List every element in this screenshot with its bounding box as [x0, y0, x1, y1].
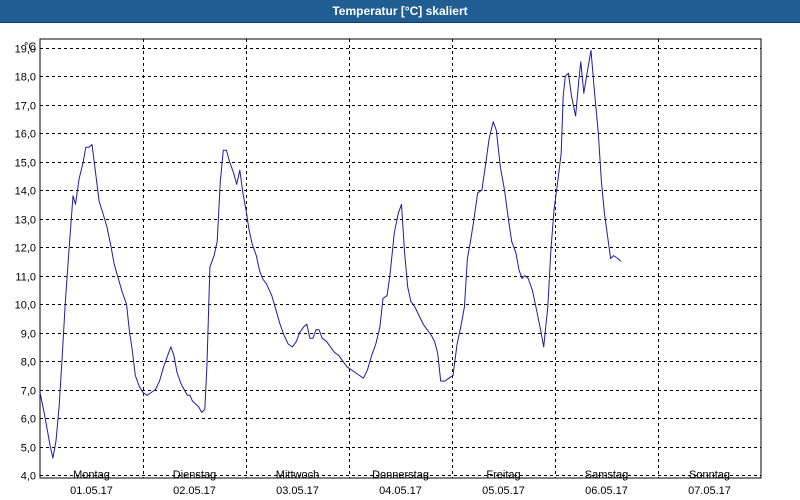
series-layer	[39, 49, 622, 459]
plot-area-frame	[39, 38, 762, 479]
y-tick-label: 4,0	[21, 471, 36, 483]
x-tick-date: 01.05.17	[70, 485, 113, 497]
y-tick-label: 5,0	[21, 443, 36, 455]
y-tick-label: 19,0	[15, 44, 36, 56]
y-tick-label: 8,0	[21, 357, 36, 369]
grid-lines	[40, 39, 761, 478]
x-tick-date: 04.05.17	[379, 485, 422, 497]
temperature-series-line	[39, 49, 622, 459]
y-tick-label: 13,0	[15, 215, 36, 227]
y-tick-label: 15,0	[15, 158, 36, 170]
x-axis-ticks: Montag 01.05.17 Dienstag 02.05.17 Mittwoch 03…	[70, 469, 731, 497]
x-tick-weekday: Sonntag	[689, 469, 730, 481]
y-axis-ticks: 4,0 5,0 6,0 7,0 8,0 9,0 10,0 11,0 12,0 13,0 14,0 15…	[15, 44, 36, 483]
y-tick-label: 9,0	[21, 329, 36, 341]
x-tick-weekday: Montag	[73, 469, 110, 481]
x-tick-date: 05.05.17	[482, 485, 525, 497]
y-tick-label: 18,0	[15, 72, 36, 84]
x-tick-date: 03.05.17	[276, 485, 319, 497]
chart-title-bar: Temperatur [°C] skaliert	[0, 0, 800, 23]
temperature-chart: °C 4,05,06,07,08,09,010,011,012,013,014,…	[15, 38, 762, 497]
y-tick-label: 11,0	[15, 272, 36, 284]
x-tick-weekday: Freitag	[486, 469, 520, 481]
x-tick-weekday: Donnerstag	[372, 469, 429, 481]
x-tick-date: 06.05.17	[585, 485, 628, 497]
y-tick-label: 6,0	[21, 414, 36, 426]
x-tick-weekday: Samstag	[585, 469, 628, 481]
y-tick-label: 10,0	[15, 300, 36, 312]
y-tick-label: 7,0	[21, 386, 36, 398]
x-tick-weekday: Mittwoch	[276, 469, 319, 481]
x-tick-date: 07.05.17	[688, 485, 731, 497]
y-tick-label: 17,0	[15, 101, 36, 113]
x-tick-date: 02.05.17	[173, 485, 216, 497]
y-tick-label: 14,0	[15, 186, 36, 198]
y-tick-label: 16,0	[15, 129, 36, 141]
x-tick-weekday: Dienstag	[173, 469, 216, 481]
chart-title: Temperatur [°C] skaliert	[332, 4, 468, 18]
y-tick-label: 12,0	[15, 243, 36, 255]
